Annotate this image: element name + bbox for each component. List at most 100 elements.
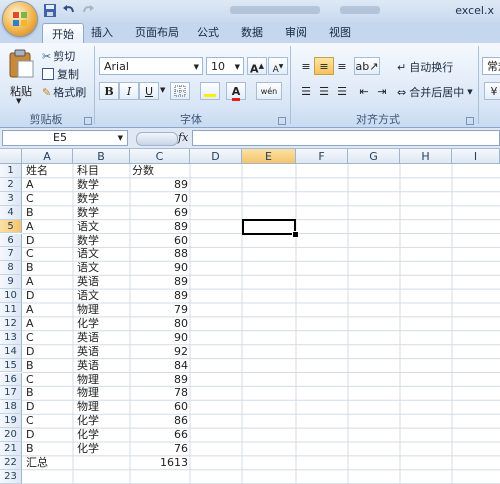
align-bottom-button[interactable]: ≡ <box>332 57 352 75</box>
row-header[interactable]: 12 <box>0 316 22 331</box>
row-header[interactable]: 19 <box>0 414 22 429</box>
cell[interactable]: 78 <box>130 386 188 400</box>
row-header[interactable]: 5 <box>0 219 22 234</box>
cell[interactable]: C <box>26 373 74 387</box>
cell[interactable]: 化学 <box>77 317 131 331</box>
save-icon[interactable] <box>42 3 58 18</box>
clipboard-launcher-icon[interactable] <box>84 117 92 125</box>
cell[interactable]: 英语 <box>77 275 131 289</box>
row-header[interactable]: 14 <box>0 344 22 359</box>
cell[interactable]: B <box>26 206 74 220</box>
row-header[interactable]: 7 <box>0 247 22 262</box>
cell[interactable]: 数学 <box>77 206 131 220</box>
cell[interactable]: 89 <box>130 220 188 234</box>
cell[interactable]: 数学 <box>77 178 131 192</box>
cell[interactable]: B <box>26 359 74 373</box>
cell[interactable]: 89 <box>130 178 188 192</box>
cell[interactable]: A <box>26 178 74 192</box>
shrink-font-button[interactable]: A▼ <box>268 57 288 75</box>
font-size-box[interactable]: 10 ▼ <box>206 57 244 75</box>
cell[interactable]: 70 <box>130 192 188 206</box>
number-format-box[interactable]: 常规 <box>482 57 500 75</box>
increase-indent-button[interactable]: ⇥ <box>372 82 392 100</box>
cell[interactable]: 90 <box>130 331 188 345</box>
tab-data[interactable]: 数据 <box>236 22 268 43</box>
cell[interactable]: D <box>26 234 74 248</box>
row-header[interactable]: 9 <box>0 275 22 290</box>
cell[interactable]: C <box>26 414 74 428</box>
column-header-h[interactable]: H <box>400 149 452 164</box>
row-header[interactable]: 4 <box>0 205 22 220</box>
align-center-button[interactable]: ☰ <box>314 82 334 100</box>
cell[interactable]: 89 <box>130 275 188 289</box>
cell[interactable]: 88 <box>130 247 188 261</box>
row-header[interactable]: 2 <box>0 177 22 192</box>
row-header[interactable]: 17 <box>0 386 22 401</box>
cell[interactable]: C <box>26 247 74 261</box>
row-header[interactable]: 21 <box>0 442 22 456</box>
column-header-e[interactable]: E <box>242 149 296 164</box>
cell[interactable]: 语文 <box>77 261 131 275</box>
font-name-box[interactable]: Arial ▼ <box>99 57 203 75</box>
cell[interactable]: C <box>26 331 74 345</box>
bold-button[interactable]: B <box>99 82 119 100</box>
cell[interactable]: D <box>26 345 74 359</box>
row-header[interactable]: 1 <box>0 164 22 178</box>
select-all-corner[interactable] <box>0 149 22 164</box>
align-left-button[interactable]: ☰ <box>296 82 316 100</box>
cell[interactable]: 分数 <box>132 164 190 178</box>
tab-view[interactable]: 视图 <box>324 22 356 43</box>
active-cell[interactable] <box>242 219 296 235</box>
cut-button[interactable]: ✂ 剪切 <box>42 48 75 64</box>
cell[interactable]: 语文 <box>77 289 131 303</box>
cell[interactable]: B <box>26 386 74 400</box>
cell[interactable]: 汇总 <box>26 456 74 470</box>
cell[interactable]: 物理 <box>77 303 131 317</box>
cell[interactable]: A <box>26 303 74 317</box>
row-header[interactable]: 6 <box>0 233 22 248</box>
underline-button[interactable]: U <box>139 82 159 100</box>
cell[interactable]: 89 <box>130 373 188 387</box>
cell[interactable]: 76 <box>130 442 188 456</box>
tab-review[interactable]: 审阅 <box>280 22 312 43</box>
cell[interactable]: B <box>26 442 74 456</box>
paste-button[interactable]: 粘贴 ▼ <box>6 47 36 105</box>
accounting-format-button[interactable]: ¥ <box>484 82 500 100</box>
format-painter-button[interactable]: ✎ 格式刷 <box>42 84 86 100</box>
cell[interactable]: 英语 <box>77 345 131 359</box>
column-header-d[interactable]: D <box>190 149 242 164</box>
cell[interactable]: D <box>26 400 74 414</box>
align-right-button[interactable]: ☰ <box>332 82 352 100</box>
font-color-button[interactable]: A <box>226 82 246 101</box>
cell[interactable]: 92 <box>130 345 188 359</box>
formula-bar-grip[interactable] <box>136 132 178 146</box>
row-header[interactable]: 10 <box>0 289 22 303</box>
grow-font-button[interactable]: A▲ <box>247 57 267 76</box>
cell[interactable]: C <box>26 192 74 206</box>
cell[interactable]: 60 <box>130 234 188 248</box>
row-header[interactable]: 23 <box>0 469 22 484</box>
row-header[interactable]: 18 <box>0 400 22 415</box>
row-header[interactable]: 3 <box>0 191 22 206</box>
cell[interactable]: 60 <box>130 400 188 414</box>
name-box[interactable]: E5 ▼ <box>2 130 128 146</box>
cell[interactable]: 化学 <box>77 442 131 456</box>
tab-insert[interactable]: 插入 <box>86 22 118 43</box>
chevron-down-icon[interactable]: ▼ <box>160 86 165 94</box>
borders-button[interactable] <box>170 82 190 100</box>
cell[interactable]: 69 <box>130 206 188 220</box>
merge-center-button[interactable]: ⇔ 合并后居中 ▼ <box>397 84 473 100</box>
formula-input[interactable] <box>192 130 500 146</box>
cell[interactable]: 科目 <box>77 164 131 178</box>
cell[interactable]: 数学 <box>77 234 131 248</box>
cell[interactable]: 84 <box>130 359 188 373</box>
cell[interactable]: 物理 <box>77 400 131 414</box>
cell[interactable]: B <box>26 261 74 275</box>
align-top-button[interactable]: ≡ <box>296 57 316 75</box>
undo-icon[interactable] <box>61 3 77 18</box>
cell[interactable]: D <box>26 428 74 442</box>
cell[interactable]: A <box>26 317 74 331</box>
office-button[interactable] <box>3 2 37 36</box>
tab-formulas[interactable]: 公式 <box>192 22 224 43</box>
spreadsheet-grid[interactable]: ABCDEFGHI 1 姓名 科目 分数 2 A 数学 89 3 C 数学 70 4 B 数学 69 5 A 语文 8… <box>0 149 500 484</box>
